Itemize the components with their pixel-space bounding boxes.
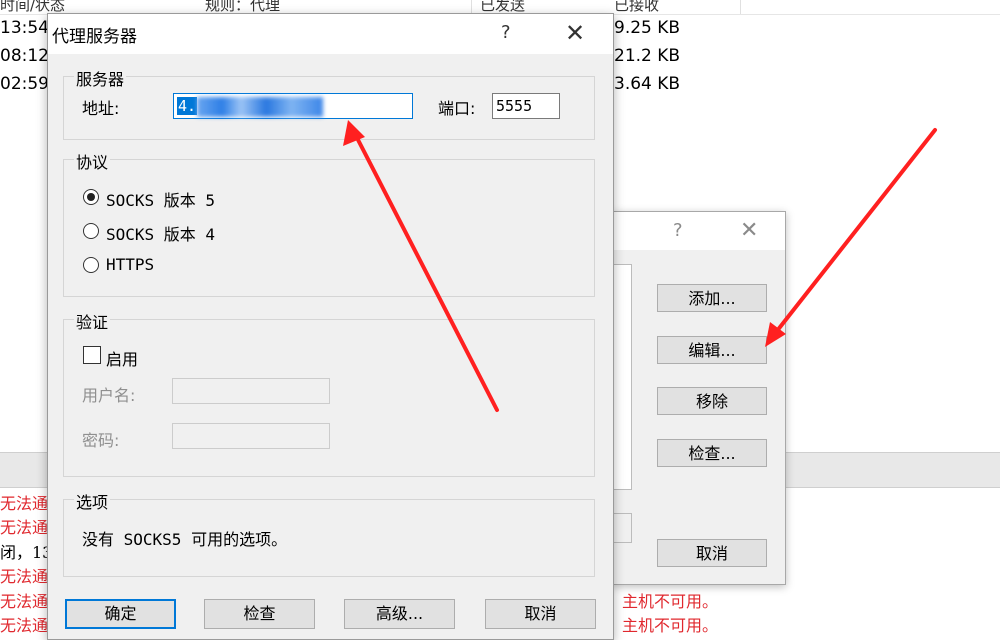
options-group-label: 选项	[74, 489, 111, 513]
add-button[interactable]: 添加...	[657, 284, 767, 312]
radio-selected-dot	[87, 193, 95, 201]
socks5-label[interactable]: SOCKS 版本 5	[106, 187, 215, 211]
socks4-label[interactable]: SOCKS 版本 4	[106, 221, 215, 245]
cancel-button[interactable]: 取消	[657, 539, 767, 567]
password-label: 密码:	[82, 431, 120, 450]
address-value: 4.	[177, 97, 198, 115]
dialog-title: 代理服务器	[52, 27, 137, 47]
log-line: 无法通	[0, 567, 49, 586]
row-time: 13:54	[0, 18, 49, 38]
enable-auth-checkbox[interactable]	[83, 346, 101, 364]
annotation-arrow-edit	[765, 128, 937, 347]
options-text: 没有 SOCKS5 可用的选项。	[82, 530, 288, 549]
row-received: 21.2 KB	[614, 46, 681, 66]
port-value: 5555	[496, 97, 533, 115]
check-button[interactable]: 检查	[204, 599, 315, 629]
column-divider	[471, 0, 472, 14]
log-line: 闭，13	[0, 543, 53, 562]
cancel-button[interactable]: 取消	[485, 599, 596, 629]
socks5-radio[interactable]	[83, 189, 99, 205]
log-line: 无法通	[0, 518, 49, 537]
log-line: 主机不可用。	[622, 592, 719, 611]
auth-group-label: 验证	[74, 309, 111, 333]
advanced-button[interactable]: 高级...	[344, 599, 455, 629]
proxy-listbox[interactable]	[613, 264, 632, 490]
https-radio[interactable]	[83, 257, 99, 273]
log-line: 无法通	[0, 616, 49, 635]
protocol-group: 协议 SOCKS 版本 5 SOCKS 版本 4 HTTPS	[63, 149, 595, 297]
username-label: 用户名:	[82, 386, 136, 405]
protocol-group-label: 协议	[74, 149, 111, 173]
server-group-label: 服务器	[74, 66, 127, 90]
column-received[interactable]: 已接收	[614, 0, 659, 15]
proxy-server-dialog: 代理服务器 ? ✕ 服务器 地址: 4. 端口: 5555 协议 SOCKS 版…	[47, 13, 614, 640]
row-time: 08:12	[0, 46, 49, 66]
log-line: 无法通	[0, 592, 49, 611]
remove-button[interactable]: 移除	[657, 387, 767, 415]
row-received: 3.64 KB	[614, 74, 681, 94]
address-input[interactable]: 4.	[173, 93, 413, 119]
row-received: 9.25 KB	[614, 18, 681, 38]
options-group: 选项 没有 SOCKS5 可用的选项。	[63, 489, 595, 577]
row-time: 02:59	[0, 74, 49, 94]
server-group: 服务器 地址: 4. 端口: 5555	[63, 66, 595, 140]
close-icon[interactable]: ✕	[740, 218, 758, 243]
proxy-list-secondary-box	[613, 513, 632, 543]
password-input[interactable]	[172, 423, 330, 449]
close-icon[interactable]: ✕	[565, 19, 585, 47]
help-icon[interactable]: ?	[501, 22, 511, 43]
proxy-list-dialog: ? ✕ 添加... 编辑... 移除 检查... 取消	[612, 211, 786, 585]
port-label: 端口:	[438, 99, 476, 118]
address-redacted	[197, 96, 324, 117]
edit-button[interactable]: 编辑...	[657, 336, 767, 364]
port-input[interactable]: 5555	[492, 93, 560, 119]
https-label[interactable]: HTTPS	[106, 255, 154, 274]
ok-button[interactable]: 确定	[65, 599, 176, 629]
proxy-list-titlebar: ? ✕	[613, 212, 785, 250]
column-divider	[740, 0, 741, 14]
address-label: 地址:	[82, 99, 120, 118]
check-button[interactable]: 检查...	[657, 439, 767, 467]
help-icon[interactable]: ?	[673, 220, 683, 241]
auth-group: 验证 启用 用户名: 密码:	[63, 309, 595, 477]
username-input[interactable]	[172, 378, 330, 404]
log-line: 无法通	[0, 494, 49, 513]
dialog-titlebar: 代理服务器 ? ✕	[48, 14, 613, 54]
log-line: 主机不可用。	[622, 616, 719, 635]
socks4-radio[interactable]	[83, 223, 99, 239]
enable-auth-label[interactable]: 启用	[106, 346, 138, 370]
